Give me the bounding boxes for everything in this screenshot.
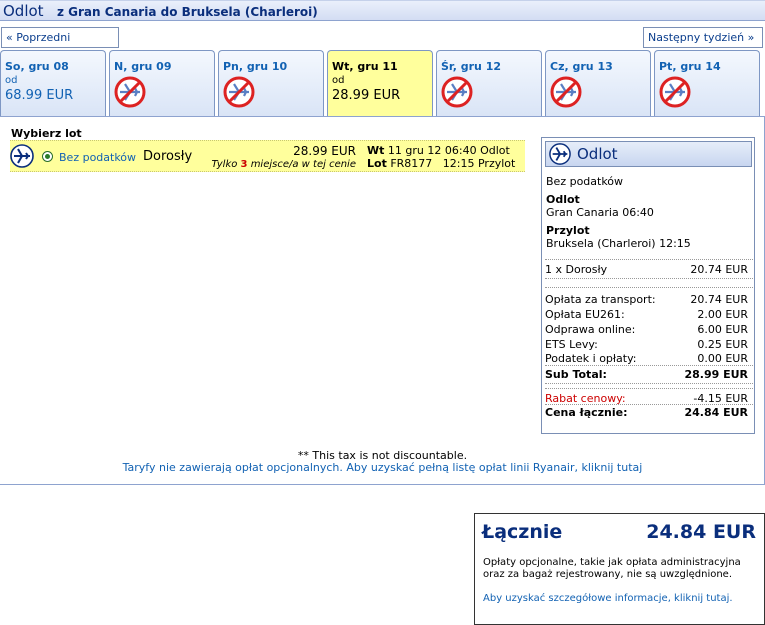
- summary-departure-label: Odlot: [546, 193, 580, 206]
- day-tab-from: od: [5, 75, 18, 86]
- fee-label: Opłata EU261:: [545, 308, 625, 321]
- total-price-label: Cena łącznie:: [545, 406, 628, 419]
- departure-date-time: 11 gru 12 06:40 Odlot: [387, 144, 510, 157]
- day-tab-label: Pn, gru 10: [223, 60, 288, 73]
- day-tab[interactable]: Pn, gru 10: [218, 50, 324, 117]
- fare-class-label[interactable]: Bez podatków: [59, 151, 136, 164]
- fee-amount: 2.00 EUR: [697, 308, 748, 321]
- day-tab-label: So, gru 08: [5, 60, 69, 73]
- divider: [545, 388, 753, 389]
- departure-day: Wt: [367, 144, 385, 157]
- fee-label: Odprawa online:: [545, 323, 636, 336]
- summary-passenger-line: 1 x Dorosły: [545, 263, 608, 276]
- divider: [545, 287, 753, 288]
- divider: [545, 259, 753, 260]
- total-price-amount: 24.84 EUR: [684, 406, 748, 419]
- plane-icon: [10, 144, 34, 168]
- no-flight-icon: [114, 76, 146, 108]
- optional-fees-note: Opłaty opcjonalne, takie jak opłata admi…: [483, 557, 741, 580]
- summary-title: Odlot: [577, 145, 618, 163]
- plane-icon: [549, 143, 571, 165]
- details-link[interactable]: Aby uzyskać szczegółowe informacje, klik…: [483, 593, 755, 605]
- page-header: Odlot z Gran Canaria do Bruksela (Charle…: [0, 0, 765, 21]
- flight-number-info: Lot FR8177 12:15 Przylot: [367, 157, 515, 170]
- day-tab[interactable]: Śr, gru 12: [436, 50, 542, 117]
- day-tab-label: Wt, gru 11: [332, 60, 398, 73]
- day-tab-label: N, gru 09: [114, 60, 172, 73]
- previous-week-button[interactable]: « Poprzedni tydzień: [1, 27, 119, 63]
- day-tab[interactable]: So, gru 08 od 68.99 EUR: [0, 50, 106, 117]
- summary-departure-value: Gran Canaria 06:40: [546, 206, 654, 219]
- total-value: 24.84 EUR: [646, 521, 756, 543]
- fee-label: Opłata za transport:: [545, 293, 656, 306]
- seats-count: 3: [240, 159, 248, 170]
- no-flight-icon: [441, 76, 473, 108]
- divider: [545, 365, 753, 366]
- seats-note-after: miejsce/a w tej cenie: [247, 159, 356, 170]
- no-flight-icon: [550, 76, 582, 108]
- summary-arrival-value: Bruksela (Charleroi) 12:15: [546, 237, 691, 250]
- optional-fees-link[interactable]: Taryfy nie zawierają opłat opcjonalnych.…: [0, 461, 765, 474]
- subtotal-amount: 28.99 EUR: [684, 368, 748, 381]
- day-tab-label: Pt, gru 14: [659, 60, 721, 73]
- arrival-time: 12:15 Przylot: [442, 157, 516, 170]
- flight-label: Lot: [367, 157, 387, 170]
- day-tab-price: 68.99 EUR: [5, 88, 74, 103]
- fee-amount: 0.25 EUR: [697, 338, 748, 351]
- day-tab[interactable]: Wt, gru 11 od 28.99 EUR: [327, 50, 433, 117]
- fee-amount: 20.74 EUR: [690, 293, 748, 306]
- divider: [545, 383, 753, 384]
- summary-passenger-amount: 20.74 EUR: [690, 263, 748, 276]
- fare-radio-button[interactable]: [42, 151, 53, 162]
- fee-amount: 0.00 EUR: [697, 352, 748, 365]
- seats-left-note: Tylko 3 miejsce/a w tej cenie: [200, 159, 356, 170]
- day-tab[interactable]: Cz, gru 13: [545, 50, 651, 117]
- fee-label: Podatek i opłaty:: [545, 352, 637, 365]
- day-tab[interactable]: Pt, gru 14: [654, 50, 760, 117]
- fee-label: ETS Levy:: [545, 338, 598, 351]
- divider: [545, 404, 753, 405]
- no-flight-icon: [223, 76, 255, 108]
- summary-arrival-label: Przylot: [546, 224, 590, 237]
- seats-note-before: Tylko: [211, 159, 241, 170]
- summary-fare-class: Bez podatków: [546, 175, 624, 188]
- flight-price: 28.99 EUR: [293, 144, 356, 158]
- next-week-button[interactable]: Następny tydzień »: [643, 27, 763, 48]
- day-tab-label: Cz, gru 13: [550, 60, 613, 73]
- select-flight-heading: Wybierz lot: [11, 127, 82, 140]
- subtotal-label: Sub Total:: [545, 368, 607, 381]
- total-label: Łącznie: [482, 521, 563, 543]
- day-tab-label: Śr, gru 12: [441, 60, 502, 73]
- day-tab[interactable]: N, gru 09: [109, 50, 215, 117]
- day-tab-price: 28.99 EUR: [332, 88, 401, 103]
- fee-amount: 6.00 EUR: [697, 323, 748, 336]
- passenger-type: Dorosły: [143, 149, 193, 164]
- day-tab-from: od: [332, 75, 345, 86]
- route-title: z Gran Canaria do Bruksela (Charleroi): [57, 5, 318, 19]
- departure-info: Wt 11 gru 12 06:40 Odlot: [367, 144, 510, 157]
- divider: [545, 278, 753, 279]
- page-title: Odlot: [3, 2, 44, 20]
- flight-number: FR8177: [390, 157, 433, 170]
- no-flight-icon: [659, 76, 691, 108]
